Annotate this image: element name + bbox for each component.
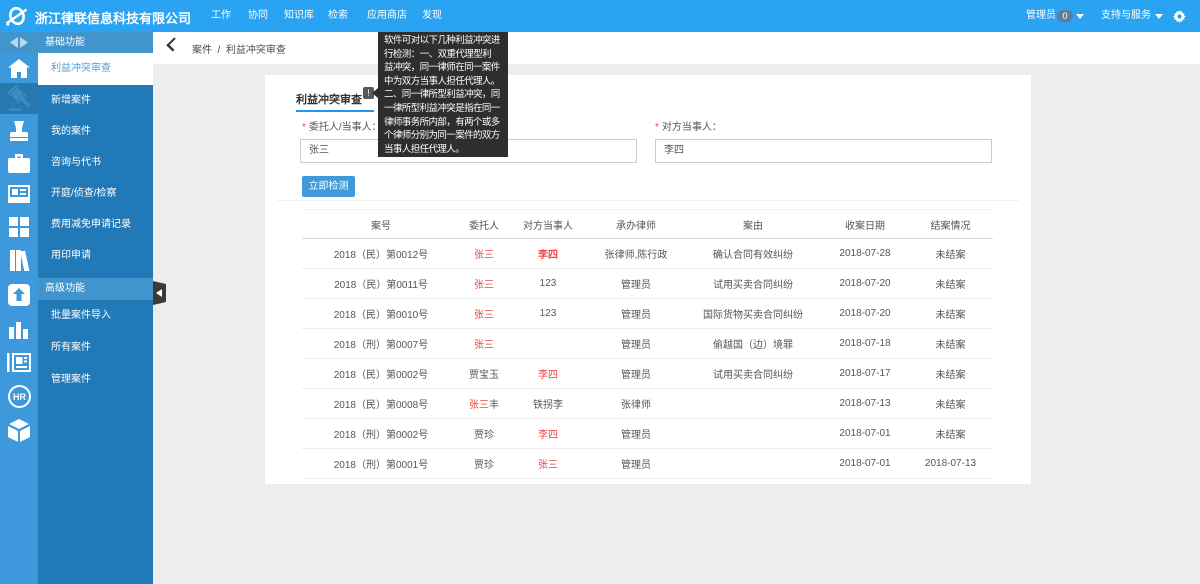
svg-text:HR: HR: [13, 392, 26, 402]
